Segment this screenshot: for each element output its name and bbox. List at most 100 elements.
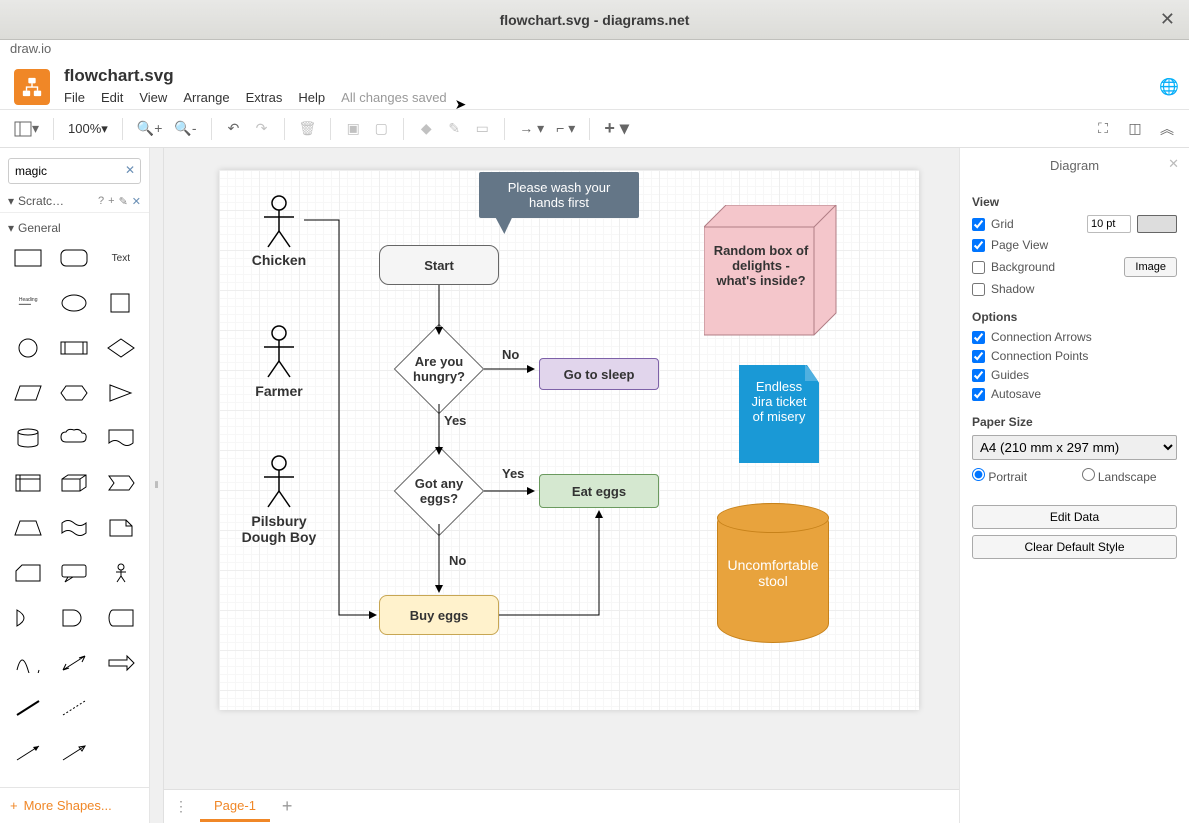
actor-doughboy-label[interactable]: Pilsbury Dough Boy bbox=[231, 513, 327, 545]
search-clear-icon[interactable]: ✕ bbox=[125, 163, 135, 177]
view-toggle-button[interactable]: ▾ bbox=[10, 117, 43, 141]
search-input[interactable] bbox=[8, 158, 141, 184]
shape-arrow[interactable] bbox=[101, 650, 141, 676]
shape-tape[interactable] bbox=[54, 515, 94, 541]
edge-label-no1[interactable]: No bbox=[502, 347, 519, 362]
grid-color-swatch[interactable] bbox=[1137, 215, 1177, 233]
shape-text[interactable]: Text bbox=[101, 245, 141, 271]
shape-or[interactable] bbox=[8, 605, 48, 631]
scratchpad-add-icon[interactable]: + bbox=[108, 195, 114, 207]
shape-triangle[interactable] bbox=[101, 380, 141, 406]
node-buy-eggs[interactable]: Buy eggs bbox=[379, 595, 499, 635]
collapse-icon[interactable]: ︽ bbox=[1155, 117, 1179, 141]
menu-help[interactable]: Help bbox=[298, 90, 325, 107]
shape-curve[interactable] bbox=[8, 650, 48, 676]
to-front-icon[interactable]: ▣ bbox=[341, 117, 365, 141]
shape-card[interactable] bbox=[8, 560, 48, 586]
shape-internal-storage[interactable] bbox=[8, 470, 48, 496]
grid-size-input[interactable] bbox=[1087, 215, 1131, 233]
conn-arrows-checkbox[interactable] bbox=[972, 331, 985, 344]
tabs-menu-icon[interactable]: ⋮ bbox=[174, 798, 188, 815]
shape-callout[interactable] bbox=[54, 560, 94, 586]
shape-directional[interactable] bbox=[54, 740, 94, 766]
shape-trapezoid[interactable] bbox=[8, 515, 48, 541]
shape-and[interactable] bbox=[54, 605, 94, 631]
format-panel-icon[interactable]: ◫ bbox=[1123, 117, 1147, 141]
shadow-checkbox[interactable] bbox=[972, 283, 985, 296]
shape-cloud[interactable] bbox=[54, 425, 94, 451]
menu-view[interactable]: View bbox=[139, 90, 167, 107]
menu-edit[interactable]: Edit bbox=[101, 90, 123, 107]
grid-checkbox[interactable] bbox=[972, 218, 985, 231]
shape-jira-note[interactable]: Endless Jira ticket of misery bbox=[739, 365, 819, 463]
node-hungry[interactable]: Are you hungry? bbox=[394, 324, 485, 415]
shape-link[interactable] bbox=[8, 740, 48, 766]
shape-ellipse[interactable] bbox=[54, 290, 94, 316]
callout-wash-hands[interactable]: Please wash your hands first bbox=[479, 172, 639, 218]
shape-random-box[interactable]: Random box of delights - what's inside? bbox=[704, 205, 834, 335]
shape-document[interactable] bbox=[101, 425, 141, 451]
shape-dashed[interactable] bbox=[54, 695, 94, 721]
guides-checkbox[interactable] bbox=[972, 369, 985, 382]
shape-datastore[interactable] bbox=[101, 605, 141, 631]
insert-icon[interactable]: + ▾ bbox=[600, 117, 633, 141]
shape-rounded-rect[interactable] bbox=[54, 245, 94, 271]
general-header[interactable]: General bbox=[18, 221, 141, 235]
edge-label-yes1[interactable]: Yes bbox=[444, 413, 466, 428]
sidebar-splitter[interactable]: ⦀ bbox=[150, 148, 164, 823]
background-image-button[interactable]: Image bbox=[1124, 257, 1177, 277]
zoom-level[interactable]: 100% ▾ bbox=[64, 117, 112, 141]
scratchpad-help-icon[interactable]: ? bbox=[98, 195, 104, 207]
shape-actor[interactable] bbox=[101, 560, 141, 586]
shape-circle[interactable] bbox=[8, 335, 48, 361]
edge-label-no2[interactable]: No bbox=[449, 553, 466, 568]
fill-color-icon[interactable]: ◆ bbox=[414, 117, 438, 141]
shape-blank[interactable] bbox=[101, 695, 141, 721]
scratchpad-close-icon[interactable]: ✕ bbox=[132, 195, 141, 208]
language-icon[interactable]: 🌐 bbox=[1159, 77, 1179, 97]
tab-page-1[interactable]: Page-1 bbox=[200, 792, 270, 822]
zoom-in-icon[interactable]: 🔍+ bbox=[133, 117, 167, 141]
scratchpad-edit-icon[interactable]: ✎ bbox=[119, 195, 128, 208]
menu-arrange[interactable]: Arrange bbox=[183, 90, 229, 107]
papersize-select[interactable]: A4 (210 mm x 297 mm) bbox=[972, 435, 1177, 460]
shape-diamond[interactable] bbox=[101, 335, 141, 361]
shape-stool[interactable]: Uncomfortable stool bbox=[717, 503, 829, 643]
undo-icon[interactable]: ↶ bbox=[222, 117, 246, 141]
delete-icon[interactable]: 🗑 bbox=[295, 117, 321, 141]
shape-hexagon[interactable] bbox=[54, 380, 94, 406]
shape-bidir-arrow[interactable] bbox=[54, 650, 94, 676]
landscape-radio[interactable] bbox=[1082, 468, 1095, 481]
actor-chicken-label[interactable]: Chicken bbox=[244, 252, 314, 268]
conn-points-checkbox[interactable] bbox=[972, 350, 985, 363]
autosave-checkbox[interactable] bbox=[972, 388, 985, 401]
menu-extras[interactable]: Extras bbox=[246, 90, 283, 107]
node-eat-eggs[interactable]: Eat eggs bbox=[539, 474, 659, 508]
edit-data-button[interactable]: Edit Data bbox=[972, 505, 1177, 529]
canvas-scroll[interactable]: Chicken Farmer Pilsbury Dough Boy Please… bbox=[164, 148, 959, 789]
zoom-out-icon[interactable]: 🔍- bbox=[170, 117, 200, 141]
file-title[interactable]: flowchart.svg bbox=[64, 66, 1159, 86]
diagram-page[interactable]: Chicken Farmer Pilsbury Dough Boy Please… bbox=[219, 170, 919, 710]
actor-farmer-label[interactable]: Farmer bbox=[247, 383, 311, 399]
shadow-icon[interactable]: ▭ bbox=[470, 117, 494, 141]
connection-icon[interactable]: → ▾ bbox=[515, 117, 548, 141]
redo-icon[interactable]: ↷ bbox=[250, 117, 274, 141]
shape-process[interactable] bbox=[54, 335, 94, 361]
shape-textbox[interactable]: Heading━━━━ bbox=[8, 290, 48, 316]
line-color-icon[interactable]: ✎ bbox=[442, 117, 466, 141]
fullscreen-icon[interactable]: ⛶ bbox=[1091, 117, 1115, 141]
node-got-eggs[interactable]: Got any eggs? bbox=[394, 446, 485, 537]
node-go-to-sleep[interactable]: Go to sleep bbox=[539, 358, 659, 390]
panel-close-icon[interactable]: ✕ bbox=[1168, 156, 1179, 172]
actor-chicken[interactable] bbox=[254, 195, 304, 250]
shape-line[interactable] bbox=[8, 695, 48, 721]
clear-style-button[interactable]: Clear Default Style bbox=[972, 535, 1177, 559]
to-back-icon[interactable]: ▢ bbox=[369, 117, 393, 141]
shape-rect[interactable] bbox=[8, 245, 48, 271]
window-close-icon[interactable]: ✕ bbox=[1160, 9, 1175, 30]
more-shapes-button[interactable]: + More Shapes... bbox=[0, 787, 149, 823]
shape-step[interactable] bbox=[101, 470, 141, 496]
shape-square[interactable] bbox=[101, 290, 141, 316]
pageview-checkbox[interactable] bbox=[972, 239, 985, 252]
